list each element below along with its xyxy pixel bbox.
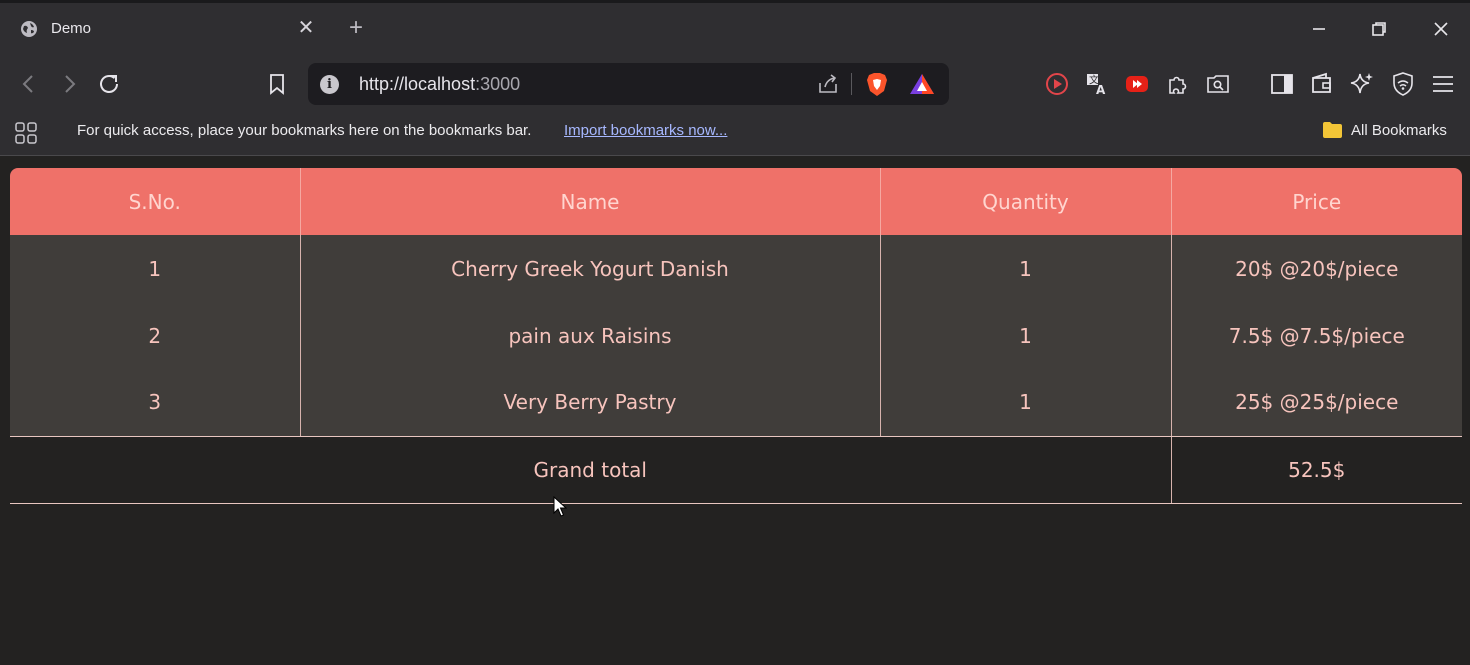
address-divider <box>851 73 852 95</box>
window-top-edge <box>0 0 1470 3</box>
youtube-extension-icon[interactable] <box>1124 71 1150 97</box>
globe-icon <box>21 21 37 37</box>
wallet-icon[interactable] <box>1309 71 1335 97</box>
bookmarks-bar: For quick access, place your bookmarks h… <box>0 110 1470 156</box>
close-tab-icon[interactable]: ✕ <box>296 18 316 38</box>
cell-name: Very Berry Pastry <box>300 369 881 437</box>
apps-grid-icon[interactable] <box>14 121 38 145</box>
cell-sno: 2 <box>10 302 301 369</box>
search-panel-icon[interactable] <box>1205 71 1231 97</box>
cell-quantity: 1 <box>880 302 1172 369</box>
cell-sno: 1 <box>10 235 301 302</box>
vpn-shield-icon[interactable] <box>1390 71 1416 97</box>
table-row: 2 pain aux Raisins 1 7.5$ @7.5$/piece <box>10 302 1462 369</box>
cell-name: pain aux Raisins <box>300 302 881 369</box>
cell-quantity: 1 <box>880 369 1172 437</box>
minimize-window-icon[interactable] <box>1308 18 1330 40</box>
address-bar[interactable]: i http://localhost:3000 <box>308 63 949 105</box>
browser-tab-strip: Demo ✕ + <box>0 0 1470 58</box>
table-row: 3 Very Berry Pastry 1 25$ @25$/piece <box>10 369 1462 437</box>
back-arrow-icon[interactable] <box>15 70 43 98</box>
cell-name: Cherry Greek Yogurt Danish <box>300 235 881 302</box>
restore-window-icon[interactable] <box>1368 18 1390 40</box>
cell-price: 7.5$ @7.5$/piece <box>1171 302 1462 369</box>
tab-title: Demo <box>51 20 92 37</box>
table-body: 1 Cherry Greek Yogurt Danish 1 20$ @20$/… <box>10 235 1462 437</box>
url-text[interactable]: http://localhost:3000 <box>359 74 520 95</box>
table-footer: Grand total 52.5$ <box>10 436 1462 504</box>
table-row: 1 Cherry Greek Yogurt Danish 1 20$ @20$/… <box>10 235 1462 302</box>
import-bookmarks-link[interactable]: Import bookmarks now... <box>564 122 727 139</box>
header-price: Price <box>1171 168 1462 235</box>
sidebar-toggle-icon[interactable] <box>1269 71 1295 97</box>
bookmark-icon[interactable] <box>263 70 291 98</box>
header-row: S.No. Name Quantity Price <box>10 168 1462 235</box>
share-icon[interactable] <box>816 72 840 96</box>
forward-arrow-icon[interactable] <box>55 70 83 98</box>
reload-icon[interactable] <box>95 70 123 98</box>
cart-table: S.No. Name Quantity Price 1 Cherry Greek… <box>10 168 1462 504</box>
header-quantity: Quantity <box>880 168 1172 235</box>
grand-total-label: Grand total <box>10 436 1172 504</box>
cell-sno: 3 <box>10 369 301 437</box>
cell-price: 20$ @20$/piece <box>1171 235 1462 302</box>
main-menu-icon[interactable] <box>1430 71 1456 97</box>
brave-shields-icon[interactable] <box>865 71 889 97</box>
url-host: http://localhost <box>359 74 476 94</box>
svg-text:A: A <box>1096 83 1106 97</box>
grand-total-row: Grand total 52.5$ <box>10 436 1462 504</box>
cell-price: 25$ @25$/piece <box>1171 369 1462 437</box>
leo-ai-sparkle-icon[interactable] <box>1349 71 1375 97</box>
all-bookmarks-button[interactable]: All Bookmarks <box>1351 122 1447 139</box>
bookmarks-bar-hint: For quick access, place your bookmarks h… <box>77 122 532 139</box>
url-port: :3000 <box>475 74 521 94</box>
grand-total-value: 52.5$ <box>1171 436 1462 504</box>
browser-tab-demo[interactable]: Demo ✕ <box>6 8 326 50</box>
folder-icon <box>1323 122 1342 138</box>
close-window-icon[interactable] <box>1430 18 1452 40</box>
new-tab-icon[interactable]: + <box>345 16 367 40</box>
header-name: Name <box>300 168 881 235</box>
brave-rewards-icon[interactable] <box>909 72 935 96</box>
site-info-icon[interactable]: i <box>320 75 339 94</box>
mouse-cursor-icon <box>553 496 567 517</box>
page-content: S.No. Name Quantity Price 1 Cherry Greek… <box>0 157 1470 665</box>
translate-icon[interactable]: 文 A <box>1084 71 1110 97</box>
header-sno: S.No. <box>10 168 301 235</box>
browser-toolbar: i http://localhost:3000 文 A <box>0 58 1470 110</box>
media-player-icon[interactable] <box>1044 71 1070 97</box>
extensions-puzzle-icon[interactable] <box>1165 71 1191 97</box>
cell-quantity: 1 <box>880 235 1172 302</box>
table-header: S.No. Name Quantity Price <box>10 168 1462 235</box>
